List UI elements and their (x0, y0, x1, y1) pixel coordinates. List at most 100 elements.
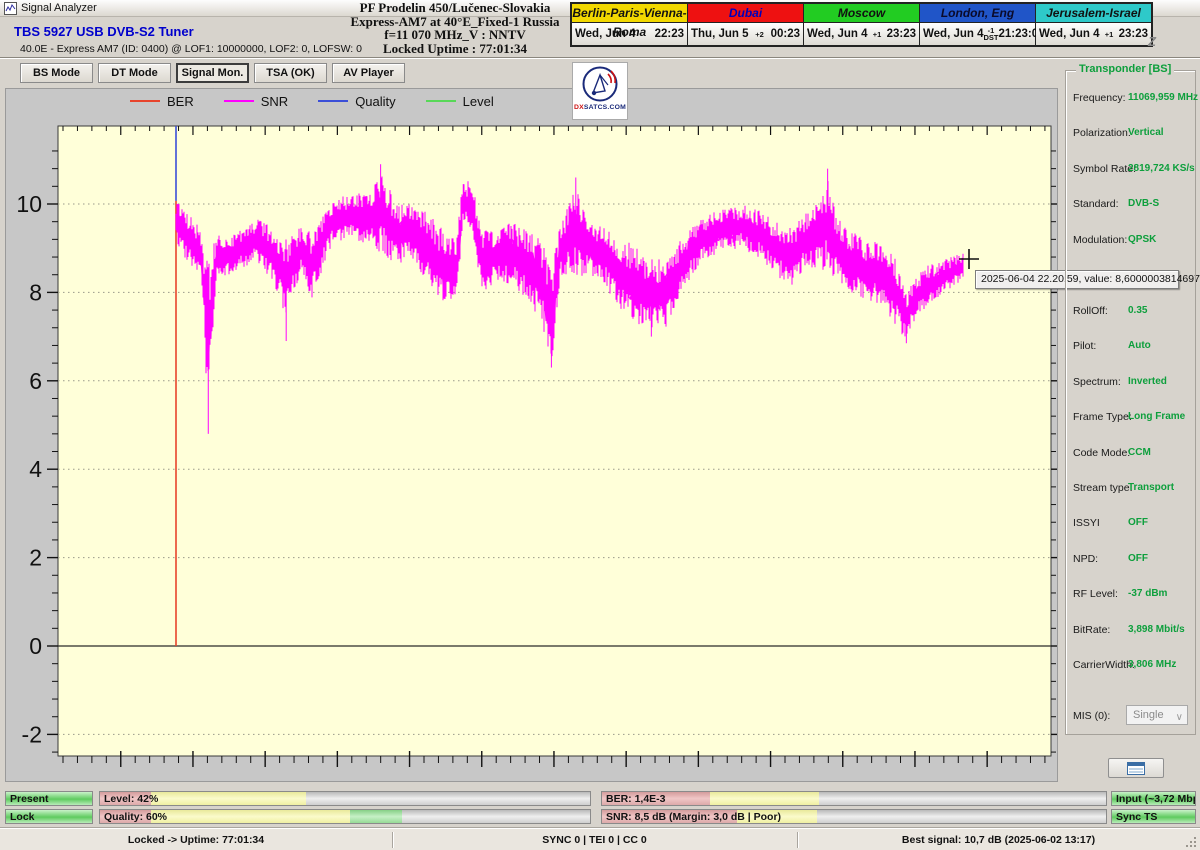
tp-value-rf-level: -37 dBm (1128, 588, 1167, 599)
panel-action-button[interactable] (1108, 758, 1164, 778)
tp-value-bitrate: 3,898 Mbit/s (1128, 624, 1185, 635)
svg-text:8: 8 (29, 279, 42, 305)
clock-date: Wed, Jun 4 (1039, 28, 1100, 40)
clock-date: Wed, Jun 4 (575, 28, 636, 40)
clock-offset: +2 (749, 31, 771, 38)
tab-av-player[interactable]: AV Player (332, 63, 405, 83)
world-clock-jerusalem-israel: Jerusalem-IsraelWed, Jun 4+123:23 (1036, 4, 1151, 45)
tp-value-modulation: QPSK (1128, 234, 1156, 245)
tp-value-frequency: 11069,959 MHz (1128, 92, 1198, 103)
tp-label-pilot: Pilot: (1073, 340, 1096, 352)
quality-bar-label: Quality: 60% (104, 810, 167, 824)
tp-value-standard: DVB-S (1128, 198, 1159, 209)
statusbar-divider (797, 832, 798, 848)
card-icon (1127, 762, 1145, 775)
legend-label: SNR (261, 94, 288, 109)
tp-label-stream-type: Stream type: (1073, 482, 1133, 494)
tp-label-rolloff: RollOff: (1073, 305, 1108, 317)
tp-label-frame-type: Frame Type: (1073, 411, 1132, 423)
clock-time-row: Thu, Jun 5+200:23 (688, 23, 803, 45)
clock-time: 00:23 (771, 28, 800, 40)
status-bar: Locked -> Uptime: 77:01:34SYNC 0 | TEI 0… (0, 828, 1200, 850)
tp-label-code-mode: Code Mode: (1073, 447, 1130, 459)
clock-time-row: Wed, Jun 4+123:23 (804, 23, 919, 45)
tp-value-stream-type: Transport (1128, 482, 1174, 493)
tuner-name: TBS 5927 USB DVB-S2 Tuner (14, 24, 194, 39)
legend-line-quality (318, 100, 348, 102)
tp-value-carrierwidth: 3,806 MHz (1128, 659, 1176, 670)
clock-offset: +1 (1100, 31, 1119, 38)
clock-city: Dubai (688, 4, 803, 23)
clock-time-row: Wed, Jun 4-1DST21:23:08 (920, 23, 1035, 45)
bar-segment-yellow (151, 792, 305, 805)
statusbar-section-1: SYNC 0 | TEI 0 | CC 0 (392, 829, 797, 850)
world-clock-london-eng: London, EngWed, Jun 4-1DST21:23:08 (920, 4, 1035, 45)
clock-city: Jerusalem-Israel (1036, 4, 1151, 23)
tp-label-polarization: Polarization: (1073, 127, 1131, 139)
statusbar-section-0: Locked -> Uptime: 77:01:34 (0, 829, 392, 850)
svg-text:2: 2 (29, 545, 42, 571)
clock-date: Wed, Jun 4 (923, 28, 984, 40)
tp-label-rf-level: RF Level: (1073, 588, 1118, 600)
tab-bs-mode[interactable]: BS Mode (20, 63, 93, 83)
present-bar-label: Present (10, 792, 49, 806)
chevron-down-icon: ∨ (1176, 709, 1183, 727)
clock-time: 23:23 (1119, 28, 1148, 40)
legend-item-quality: Quality (318, 94, 395, 109)
clock-offset: -1DST (984, 27, 999, 41)
svg-text:10: 10 (16, 191, 42, 217)
tab-tsa-ok[interactable]: TSA (OK) (254, 63, 327, 83)
svg-text:0: 0 (29, 633, 42, 659)
statusbar-section-2: Best signal: 10,7 dB (2025-06-02 13:17) (797, 829, 1200, 850)
legend-item-level: Level (426, 94, 494, 109)
clock-date: Thu, Jun 5 (691, 28, 749, 40)
tab-signal-mon[interactable]: Signal Mon. (176, 63, 249, 83)
tp-label-issyi: ISSYI (1073, 517, 1100, 529)
legend-label: Level (463, 94, 494, 109)
clock-city: London, Eng (920, 4, 1035, 23)
legend-line-ber (130, 100, 160, 102)
mis-select[interactable]: Single∨ (1126, 705, 1188, 725)
station-info-line3: f=11 070 MHz_V : NNTV (300, 28, 610, 42)
world-clock-moscow: MoscowWed, Jun 4+123:23 (804, 4, 919, 45)
station-info-line4: Locked Uptime : 77:01:34 (300, 42, 610, 56)
tp-label-frequency: Frequency: (1073, 92, 1126, 104)
station-info: PF Prodelin 450/Lučenec-Slovakia Express… (300, 1, 610, 55)
svg-text:4: 4 (29, 456, 42, 482)
transponder-panel-title: Transponder [BS] (1076, 63, 1174, 75)
world-clock-berlin-paris-vienna-roma: Berlin-Paris-Vienna-Roma Wed, Jun 4 22:23 (572, 4, 687, 45)
station-info-line1: PF Prodelin 450/Lučenec-Slovakia (300, 1, 610, 15)
tp-label-mis: MIS (0): (1073, 710, 1110, 722)
tp-value-code-mode: CCM (1128, 447, 1151, 458)
level-bar: Level: 42% (99, 791, 591, 806)
tp-value-spectrum: Inverted (1128, 376, 1167, 387)
watermark-logo: Z (1148, 34, 1156, 49)
app-icon (4, 2, 17, 15)
clock-time: 22:23 (655, 28, 684, 40)
tp-value-npd: OFF (1128, 553, 1148, 564)
window-title: Signal Analyzer (21, 2, 97, 14)
signal-chart[interactable]: 1086420-2 (5, 88, 1058, 782)
tp-value-pilot: Auto (1128, 340, 1151, 351)
clock-time-row: Wed, Jun 4+123:23 (1036, 23, 1151, 45)
tp-label-bitrate: BitRate: (1073, 624, 1110, 636)
clock-city: Berlin-Paris-Vienna-Roma (572, 4, 687, 23)
statusbar-divider (392, 832, 393, 848)
level-bar-label: Level: 42% (104, 792, 158, 806)
clock-date: Wed, Jun 4 (807, 28, 868, 40)
chart-canvas: 1086420-2 (6, 89, 1057, 781)
tp-label-npd: NPD: (1073, 553, 1098, 565)
tab-dt-mode[interactable]: DT Mode (98, 63, 171, 83)
world-clock-dubai: DubaiThu, Jun 5+200:23 (688, 4, 803, 45)
station-info-line2: Express-AM7 at 40°E_Fixed-1 Russia (300, 15, 610, 29)
legend-label: Quality (355, 94, 395, 109)
ber-bar: BER: 1,4E-3 (601, 791, 1107, 806)
lock-bar-label: Lock (10, 810, 35, 824)
input-bar-label: Input (~3,72 Mbps) (1116, 792, 1196, 806)
sync-bar: Sync TS (1111, 809, 1196, 824)
tp-label-modulation: Modulation: (1073, 234, 1127, 246)
svg-text:6: 6 (29, 368, 42, 394)
legend-line-snr (224, 100, 254, 102)
legend-line-level (426, 100, 456, 102)
tp-value-symbol-rate: 2819,724 KS/s (1128, 163, 1195, 174)
